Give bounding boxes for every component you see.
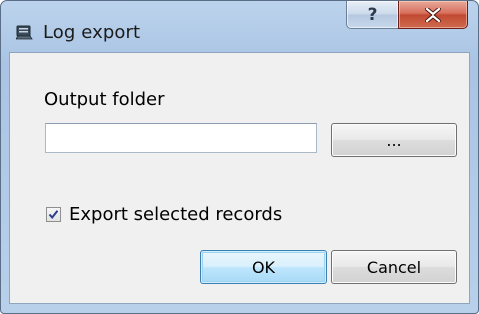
cancel-button[interactable]: Cancel xyxy=(331,250,457,284)
browse-button[interactable]: ... xyxy=(331,123,457,157)
window-title: Log export xyxy=(43,22,141,43)
export-selected-label[interactable]: Export selected records xyxy=(69,205,282,225)
export-selected-checkbox[interactable] xyxy=(46,207,61,222)
ok-button[interactable]: OK xyxy=(200,250,327,284)
help-button[interactable]: ? xyxy=(346,1,399,29)
question-mark-icon: ? xyxy=(367,4,378,25)
close-button[interactable] xyxy=(398,1,468,29)
title-bar[interactable]: Log export ? xyxy=(1,1,478,51)
output-folder-input[interactable] xyxy=(45,123,317,153)
app-icon xyxy=(15,25,33,40)
close-icon xyxy=(425,7,441,22)
caption-buttons: ? xyxy=(346,1,468,31)
dialog-window: Log export ? Output folder ... Export se… xyxy=(0,0,479,314)
dialog-body: Output folder ... Export selected record… xyxy=(9,52,470,304)
checkmark-icon xyxy=(48,210,59,220)
output-folder-label: Output folder xyxy=(44,89,165,110)
